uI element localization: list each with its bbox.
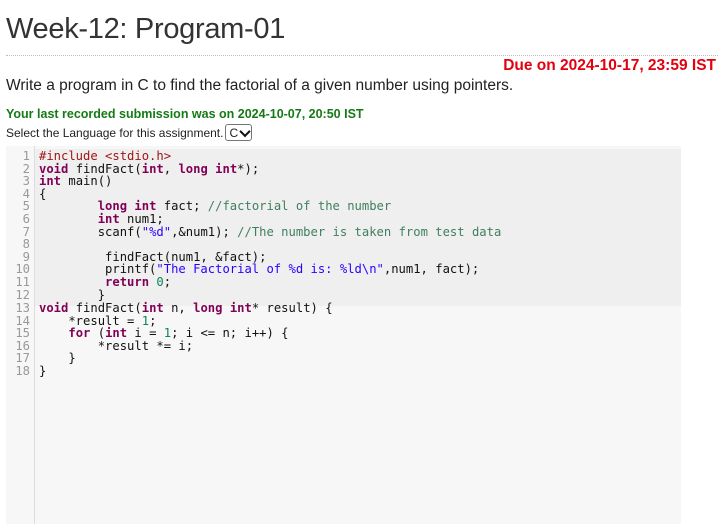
code-line[interactable]: int main() [39, 175, 112, 188]
language-row: Select the Language for this assignment.… [6, 124, 253, 141]
code-editor[interactable]: 1 #include <stdio.h> 2 void findFact(int, … [6, 146, 681, 524]
code-line[interactable]: return 0; [39, 276, 171, 289]
line-number: 3 [22, 174, 30, 189]
line-number: 13 [15, 300, 30, 315]
page-title: Week-12: Program-01 [6, 13, 286, 45]
code-line[interactable]: } [39, 365, 46, 378]
assignment-description: Write a program in C to find the factori… [6, 77, 514, 94]
line-number: 11 [15, 274, 30, 289]
language-select-value: C [229, 125, 239, 140]
line-number: 15 [15, 326, 30, 341]
code-line[interactable]: scanf("%d",&num1); //The number is taken… [39, 225, 502, 239]
due-date: Due on 2024-10-17, 23:59 IST [503, 57, 716, 74]
language-prompt: Select the Language for this assignment. [6, 125, 224, 140]
title-divider [6, 55, 718, 56]
language-select[interactable]: C [225, 124, 253, 141]
last-submission-note: Your last recorded submission was on 202… [6, 107, 364, 121]
code-line[interactable]: } [39, 352, 75, 365]
line-number: 18 [15, 363, 30, 378]
line-number: 8 [22, 237, 30, 252]
code-line[interactable]: for (int i = 1; i <= n; i++) { [39, 327, 288, 340]
line-number: 12 [15, 287, 30, 302]
chevron-down-icon [239, 125, 251, 137]
line-number: 6 [22, 211, 30, 226]
code-line[interactable]: } [39, 288, 105, 302]
line-number: 17 [15, 351, 30, 366]
code-line[interactable]: void findFact(int n, long int* result) { [39, 302, 333, 315]
code-lines: 1 #include <stdio.h> 2 void findFact(int, … [6, 150, 681, 377]
line-number: 1 [22, 149, 30, 163]
